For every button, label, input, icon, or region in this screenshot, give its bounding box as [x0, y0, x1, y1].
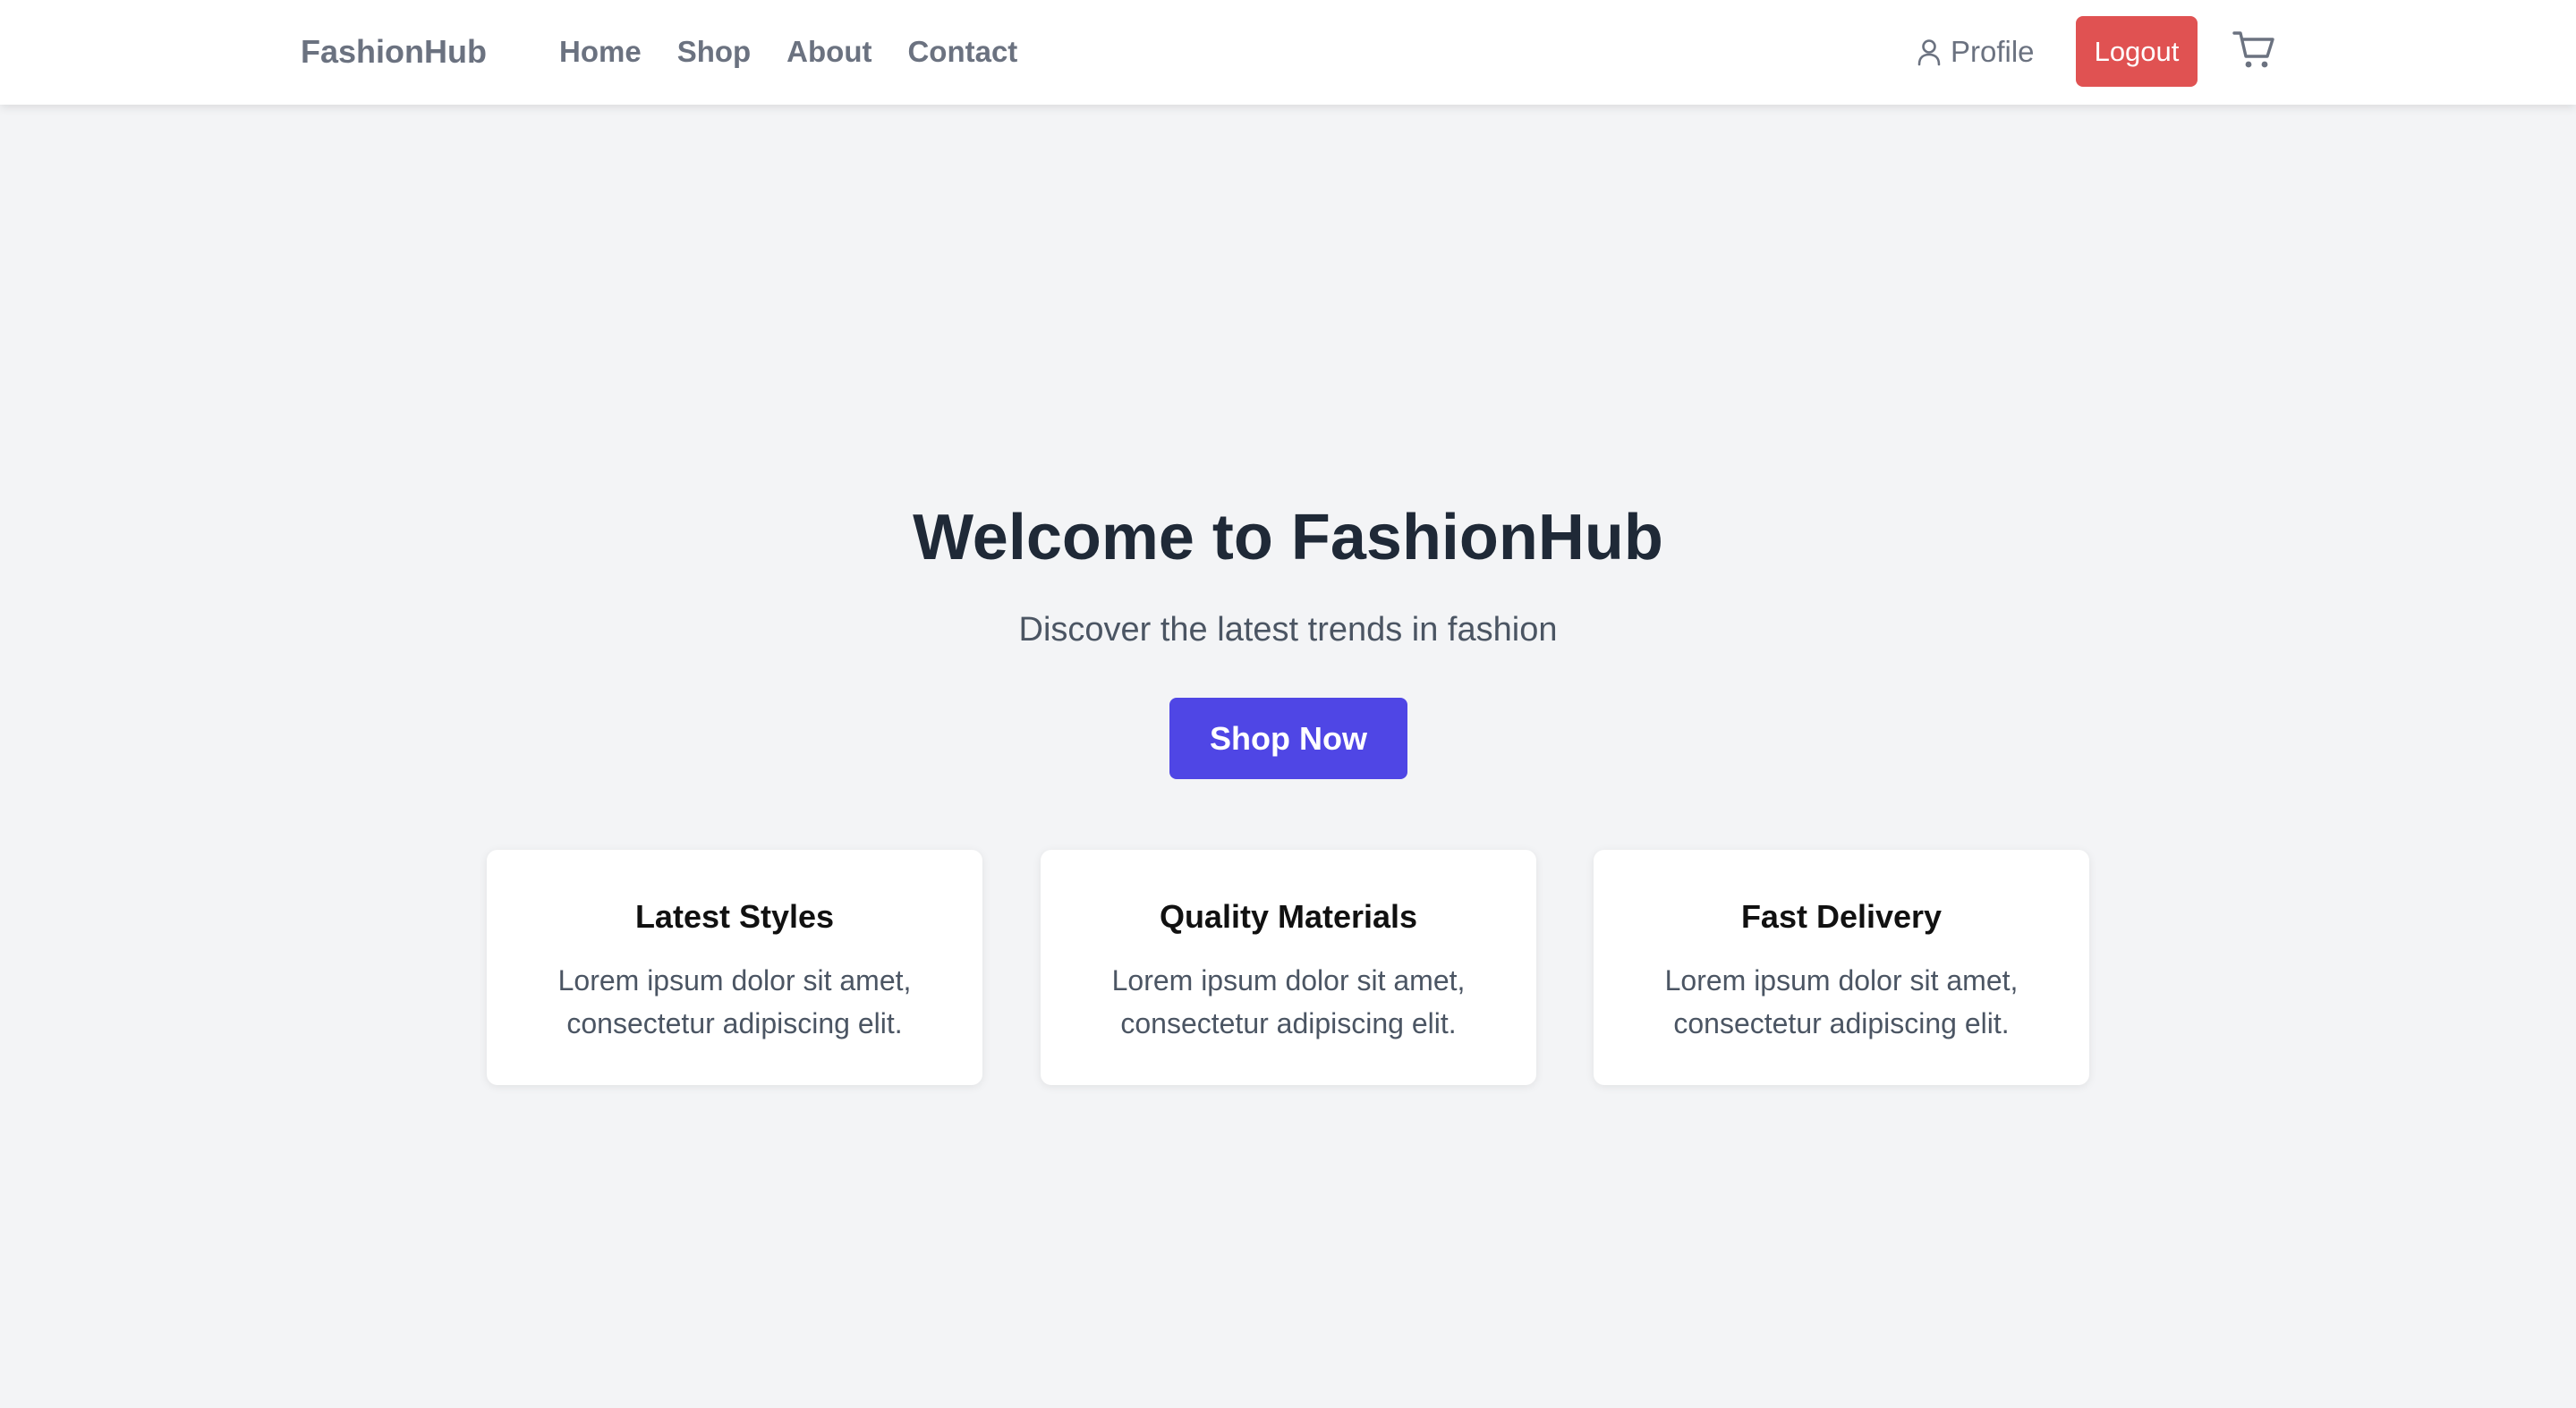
top-navbar: FashionHub Home Shop About Contact Profi…: [0, 0, 2576, 105]
user-icon: [1917, 38, 1942, 66]
cart-button[interactable]: [2232, 30, 2276, 73]
feature-card-latest-styles: Latest Styles Lorem ipsum dolor sit amet…: [487, 850, 982, 1085]
profile-link[interactable]: Profile: [1917, 35, 2035, 69]
feature-title: Latest Styles: [634, 898, 835, 935]
nav-link-shop[interactable]: Shop: [677, 35, 751, 69]
shopping-cart-icon: [2232, 30, 2275, 75]
nav-link-home[interactable]: Home: [559, 35, 642, 69]
feature-card-fast-delivery: Fast Delivery Lorem ipsum dolor sit amet…: [1594, 850, 2089, 1085]
feature-title: Quality Materials: [1159, 898, 1418, 935]
hero-subtitle: Discover the latest trends in fashion: [1018, 611, 1558, 649]
profile-label: Profile: [1951, 35, 2035, 68]
feature-text: Lorem ipsum dolor sit amet, consectetur …: [557, 964, 912, 1039]
hero-title: Welcome to FashionHub: [913, 502, 1663, 573]
shop-now-button[interactable]: Shop Now: [1169, 698, 1407, 779]
feature-text: Lorem ipsum dolor sit amet, consectetur …: [1664, 964, 2019, 1039]
brand-logo-link[interactable]: FashionHub: [301, 33, 487, 71]
feature-title: Fast Delivery: [1740, 898, 1943, 935]
nav-link-contact[interactable]: Contact: [907, 35, 1017, 69]
feature-text: Lorem ipsum dolor sit amet, consectetur …: [1111, 964, 1466, 1039]
feature-card-quality-materials: Quality Materials Lorem ipsum dolor sit …: [1041, 850, 1536, 1085]
logout-button[interactable]: Logout: [2076, 16, 2198, 87]
nav-link-about[interactable]: About: [786, 35, 871, 69]
nav-links: Home Shop About Contact: [559, 35, 1017, 69]
